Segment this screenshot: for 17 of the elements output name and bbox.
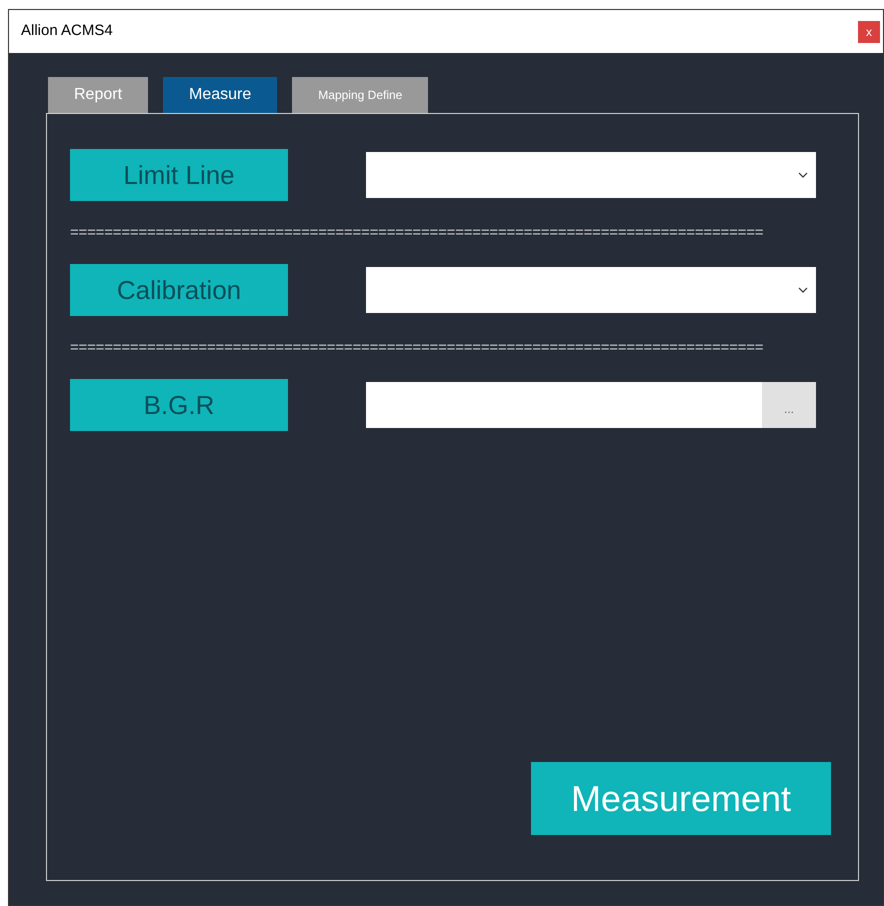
measurement-button[interactable]: Measurement xyxy=(531,762,831,835)
dropdown[interactable] xyxy=(366,152,816,198)
chevron-down-icon xyxy=(798,172,808,178)
chevron-down-icon xyxy=(798,287,808,293)
field-label: Calibration xyxy=(70,264,288,316)
tab[interactable]: Measure xyxy=(163,77,278,113)
dropdown[interactable] xyxy=(366,267,816,313)
separator-text: ================================================================================= xyxy=(70,225,764,240)
close-button[interactable]: x xyxy=(858,20,880,42)
path-field[interactable]: ... xyxy=(366,382,816,428)
window-title: Allion ACMS4 xyxy=(21,21,113,42)
field-label: Limit Line xyxy=(70,149,288,201)
separator-text: ================================================================================= xyxy=(70,340,764,355)
tab[interactable]: Report xyxy=(48,77,148,113)
tab[interactable]: Mapping Define xyxy=(292,77,428,113)
field-label: B.G.R xyxy=(70,379,288,431)
browse-button[interactable]: ... xyxy=(762,382,816,428)
